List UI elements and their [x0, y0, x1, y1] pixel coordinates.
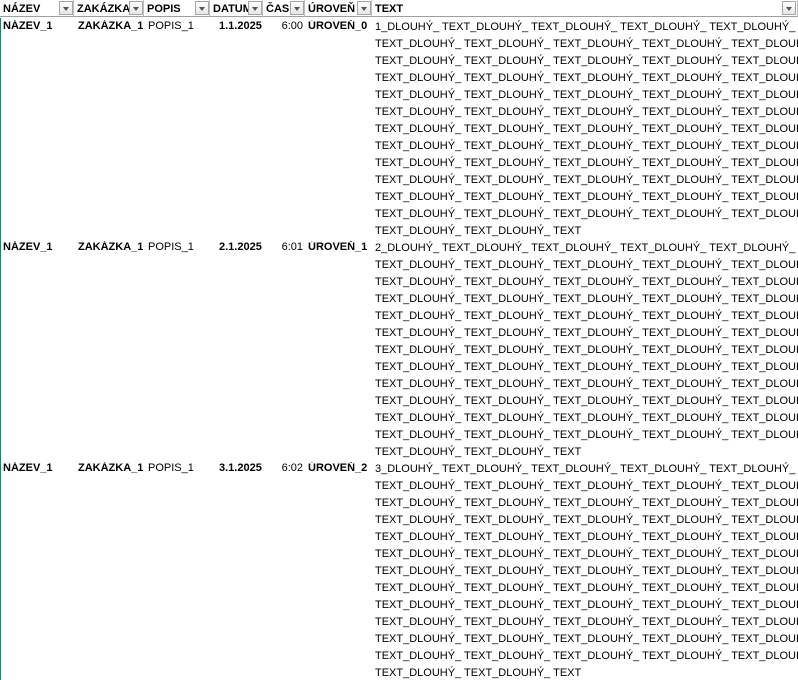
cell-text[interactable]: 3_DLOUHÝ_ TEXT_DLOUHÝ_ TEXT_DLOUHÝ_ TEXT…	[375, 461, 798, 680]
text-line: TEXT_DLOUHÝ_ TEXT_DLOUHÝ_ TEXT_DLOUHÝ_ T…	[375, 616, 798, 628]
header-text[interactable]: TEXT	[372, 0, 798, 17]
cell-nazev[interactable]: NÁZEV_1	[3, 20, 53, 32]
cell-nazev[interactable]: NÁZEV_1	[3, 462, 53, 474]
text-line: TEXT_DLOUHÝ_ TEXT_DLOUHÝ_ TEXT_DLOUHÝ_ T…	[375, 276, 798, 288]
text-line: TEXT_DLOUHÝ_ TEXT_DLOUHÝ_ TEXT_DLOUHÝ_ T…	[375, 565, 798, 577]
text-line: TEXT_DLOUHÝ_ TEXT_DLOUHÝ_ TEXT_DLOUHÝ_ T…	[375, 412, 798, 424]
text-line: TEXT_DLOUHÝ_ TEXT_DLOUHÝ_ TEXT_DLOUHÝ_ T…	[375, 327, 798, 339]
header-label: ČAS	[266, 3, 290, 15]
text-line: TEXT_DLOUHÝ_ TEXT_DLOUHÝ_ TEXT_DLOUHÝ_ T…	[375, 633, 798, 645]
cell-uroven[interactable]: ÚROVEŇ_1	[308, 241, 367, 253]
text-line: TEXT_DLOUHÝ_ TEXT_DLOUHÝ_ TEXT	[375, 667, 582, 679]
text-line: TEXT_DLOUHÝ_ TEXT_DLOUHÝ_ TEXT_DLOUHÝ_ T…	[375, 106, 798, 118]
text-line: TEXT_DLOUHÝ_ TEXT_DLOUHÝ_ TEXT_DLOUHÝ_ T…	[375, 140, 798, 152]
spreadsheet: NÁZEV ZAKÁZKA POPIS DATUM ČAS ÚROVEŇ TEX…	[0, 0, 798, 680]
header-label: NÁZEV	[3, 3, 41, 15]
text-line: TEXT_DLOUHÝ_ TEXT_DLOUHÝ_ TEXT_DLOUHÝ_ T…	[375, 650, 798, 662]
text-line: TEXT_DLOUHÝ_ TEXT_DLOUHÝ_ TEXT_DLOUHÝ_ T…	[375, 582, 798, 594]
text-line: TEXT_DLOUHÝ_ TEXT_DLOUHÝ_ TEXT_DLOUHÝ_ T…	[375, 395, 798, 407]
cell-zakazka[interactable]: ZAKÁZKA_1	[78, 20, 143, 32]
filter-dropdown-icon[interactable]	[195, 1, 209, 15]
cell-datum[interactable]: 3.1.2025	[219, 462, 262, 474]
text-line: TEXT_DLOUHÝ_ TEXT_DLOUHÝ_ TEXT_DLOUHÝ_ T…	[375, 259, 798, 271]
text-line: TEXT_DLOUHÝ_ TEXT_DLOUHÝ_ TEXT_DLOUHÝ_ T…	[375, 72, 798, 84]
cell-text[interactable]: 2_DLOUHÝ_ TEXT_DLOUHÝ_ TEXT_DLOUHÝ_ TEXT…	[375, 240, 798, 461]
cell-uroven[interactable]: ÚROVEŇ_2	[308, 462, 367, 474]
text-line: TEXT_DLOUHÝ_ TEXT_DLOUHÝ_ TEXT	[375, 446, 582, 458]
filter-dropdown-icon[interactable]	[59, 1, 73, 15]
table-row[interactable]: NÁZEV_1 ZAKÁZKA_1 POPIS_1 3.1.2025 6:02 …	[0, 461, 798, 680]
table-row[interactable]: NÁZEV_1 ZAKÁZKA_1 POPIS_1 1.1.2025 6:00 …	[0, 19, 798, 240]
text-line: TEXT_DLOUHÝ_ TEXT_DLOUHÝ_ TEXT_DLOUHÝ_ T…	[375, 548, 798, 560]
text-line: TEXT_DLOUHÝ_ TEXT_DLOUHÝ_ TEXT_DLOUHÝ_ T…	[375, 514, 798, 526]
text-line: TEXT_DLOUHÝ_ TEXT_DLOUHÝ_ TEXT_DLOUHÝ_ T…	[375, 55, 798, 67]
cell-popis[interactable]: POPIS_1	[148, 462, 194, 474]
cell-nazev[interactable]: NÁZEV_1	[3, 241, 53, 253]
filter-dropdown-icon[interactable]	[357, 1, 371, 15]
text-line: TEXT_DLOUHÝ_ TEXT_DLOUHÝ_ TEXT_DLOUHÝ_ T…	[375, 310, 798, 322]
header-label: ÚROVEŇ	[308, 3, 356, 15]
cell-popis[interactable]: POPIS_1	[148, 241, 194, 253]
text-line: TEXT_DLOUHÝ_ TEXT_DLOUHÝ_ TEXT_DLOUHÝ_ T…	[375, 157, 798, 169]
header-uroven[interactable]: ÚROVEŇ	[305, 0, 372, 17]
header-label: DATUM	[213, 3, 252, 15]
text-line: TEXT_DLOUHÝ_ TEXT_DLOUHÝ_ TEXT_DLOUHÝ_ T…	[375, 497, 798, 509]
text-line: 3_DLOUHÝ_ TEXT_DLOUHÝ_ TEXT_DLOUHÝ_ TEXT…	[375, 463, 796, 475]
text-line: 2_DLOUHÝ_ TEXT_DLOUHÝ_ TEXT_DLOUHÝ_ TEXT…	[375, 242, 796, 254]
cell-datum[interactable]: 2.1.2025	[219, 241, 262, 253]
text-line: TEXT_DLOUHÝ_ TEXT_DLOUHÝ_ TEXT_DLOUHÝ_ T…	[375, 293, 798, 305]
text-line: TEXT_DLOUHÝ_ TEXT_DLOUHÝ_ TEXT_DLOUHÝ_ T…	[375, 174, 798, 186]
text-line: TEXT_DLOUHÝ_ TEXT_DLOUHÝ_ TEXT_DLOUHÝ_ T…	[375, 89, 798, 101]
text-line: TEXT_DLOUHÝ_ TEXT_DLOUHÝ_ TEXT_DLOUHÝ_ T…	[375, 480, 798, 492]
cell-cas[interactable]: 6:01	[266, 241, 303, 253]
text-line: TEXT_DLOUHÝ_ TEXT_DLOUHÝ_ TEXT_DLOUHÝ_ T…	[375, 378, 798, 390]
header-nazev[interactable]: NÁZEV	[0, 0, 74, 17]
cell-popis[interactable]: POPIS_1	[148, 20, 194, 32]
text-line: TEXT_DLOUHÝ_ TEXT_DLOUHÝ_ TEXT_DLOUHÝ_ T…	[375, 344, 798, 356]
cell-datum[interactable]: 1.1.2025	[219, 20, 262, 32]
text-line: TEXT_DLOUHÝ_ TEXT_DLOUHÝ_ TEXT_DLOUHÝ_ T…	[375, 361, 798, 373]
filter-dropdown-icon[interactable]	[129, 1, 143, 15]
text-line: TEXT_DLOUHÝ_ TEXT_DLOUHÝ_ TEXT_DLOUHÝ_ T…	[375, 123, 798, 135]
filter-dropdown-icon[interactable]	[782, 1, 796, 15]
header-cas[interactable]: ČAS	[263, 0, 305, 17]
header-row: NÁZEV ZAKÁZKA POPIS DATUM ČAS ÚROVEŇ TEX…	[0, 0, 798, 18]
text-line: TEXT_DLOUHÝ_ TEXT_DLOUHÝ_ TEXT	[375, 225, 582, 237]
cell-cas[interactable]: 6:00	[266, 20, 303, 32]
cell-cas[interactable]: 6:02	[266, 462, 303, 474]
text-line: TEXT_DLOUHÝ_ TEXT_DLOUHÝ_ TEXT_DLOUHÝ_ T…	[375, 531, 798, 543]
text-line: TEXT_DLOUHÝ_ TEXT_DLOUHÝ_ TEXT_DLOUHÝ_ T…	[375, 208, 798, 220]
table-row[interactable]: NÁZEV_1 ZAKÁZKA_1 POPIS_1 2.1.2025 6:01 …	[0, 240, 798, 461]
header-zakazka[interactable]: ZAKÁZKA	[74, 0, 144, 17]
cell-uroven[interactable]: ÚROVEŇ_0	[308, 20, 367, 32]
cell-text[interactable]: 1_DLOUHÝ_ TEXT_DLOUHÝ_ TEXT_DLOUHÝ_ TEXT…	[375, 19, 798, 240]
text-line: TEXT_DLOUHÝ_ TEXT_DLOUHÝ_ TEXT_DLOUHÝ_ T…	[375, 429, 798, 441]
cell-zakazka[interactable]: ZAKÁZKA_1	[78, 462, 143, 474]
text-line: TEXT_DLOUHÝ_ TEXT_DLOUHÝ_ TEXT_DLOUHÝ_ T…	[375, 191, 798, 203]
text-line: 1_DLOUHÝ_ TEXT_DLOUHÝ_ TEXT_DLOUHÝ_ TEXT…	[375, 21, 796, 33]
header-label: TEXT	[375, 3, 404, 15]
text-line: TEXT_DLOUHÝ_ TEXT_DLOUHÝ_ TEXT_DLOUHÝ_ T…	[375, 599, 798, 611]
header-datum[interactable]: DATUM	[210, 0, 263, 17]
header-popis[interactable]: POPIS	[144, 0, 210, 17]
filter-dropdown-icon[interactable]	[248, 1, 262, 15]
header-label: ZAKÁZKA	[77, 3, 131, 15]
header-label: POPIS	[147, 3, 181, 15]
cell-zakazka[interactable]: ZAKÁZKA_1	[78, 241, 143, 253]
filter-dropdown-icon[interactable]	[290, 1, 304, 15]
text-line: TEXT_DLOUHÝ_ TEXT_DLOUHÝ_ TEXT_DLOUHÝ_ T…	[375, 38, 798, 50]
